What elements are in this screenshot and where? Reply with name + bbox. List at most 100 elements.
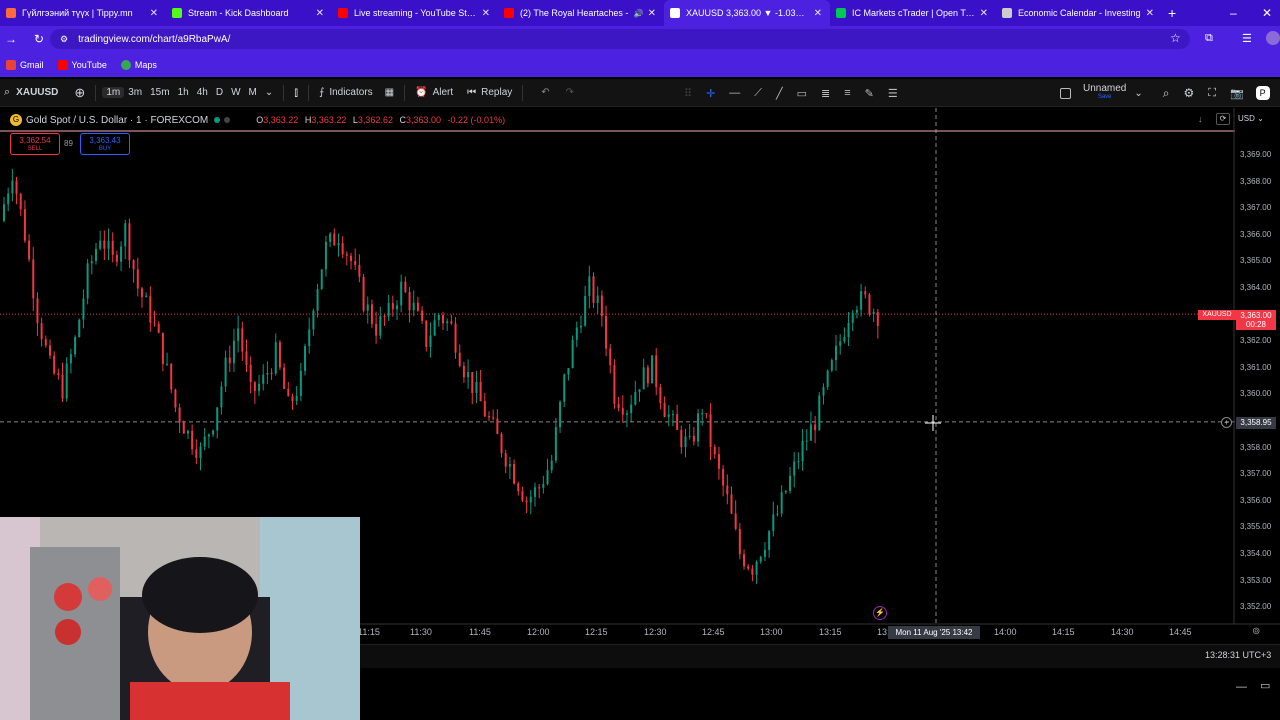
trend-line-icon[interactable]: ⟋	[754, 87, 762, 100]
last-price-badge: 3,363.00 00:28	[1236, 310, 1276, 330]
timeframe-1m[interactable]: 1m	[102, 87, 125, 98]
templates-icon[interactable]: ▦	[381, 83, 398, 103]
compare-add-icon[interactable]: ⊕	[70, 83, 89, 103]
publish-button[interactable]: P	[1255, 86, 1270, 100]
tab-audio-icon[interactable]: 🔊	[634, 9, 644, 18]
bookmark-maps[interactable]: Maps	[120, 59, 157, 70]
pattern-icon[interactable]: ≡	[844, 87, 850, 99]
browser-tab[interactable]: Live streaming - YouTube Studio ✕	[332, 0, 498, 26]
url-field[interactable]: ⚙ tradingview.com/chart/a9RbaPwA/	[50, 29, 1190, 49]
maximize-panel-icon[interactable]: ▭	[1260, 679, 1270, 692]
close-tab-icon[interactable]: ✕	[648, 8, 656, 19]
drag-handle-icon[interactable]: ⠿	[684, 87, 692, 100]
timeframe-group: 1m 3m 15m 1h 4h D W M	[102, 87, 261, 98]
auto-scale-icon[interactable]: ⟳	[1216, 113, 1230, 125]
close-tab-icon[interactable]: ✕	[150, 8, 158, 19]
timeframe-15m[interactable]: 15m	[146, 87, 173, 98]
browser-tab[interactable]: Stream - Kick Dashboard ✕	[166, 0, 332, 26]
close-tab-icon[interactable]: ✕	[814, 8, 822, 19]
brush-icon[interactable]: ✎	[865, 87, 874, 100]
bookmark-gmail[interactable]: Gmail	[6, 59, 44, 70]
candle-body	[713, 447, 716, 455]
candle-body	[504, 453, 507, 467]
timeframe-4h[interactable]: 4h	[193, 87, 212, 98]
candle-body	[546, 470, 549, 484]
settings-icon[interactable]: ⚙	[1183, 86, 1194, 100]
add-alert-icon[interactable]: +	[1221, 417, 1232, 428]
site-info-icon[interactable]: ⚙	[60, 34, 68, 45]
candle-body	[667, 414, 670, 417]
close-tab-icon[interactable]: ✕	[1146, 8, 1154, 19]
camera-icon[interactable]: 📷	[1230, 87, 1244, 100]
time-tick-label: 13:00	[760, 627, 783, 637]
browser-tab[interactable]: XAUUSD 3,363.00 ▼ -1.03% Un ✕	[664, 0, 830, 26]
buy-button[interactable]: 3,363.43 BUY	[80, 133, 130, 155]
divider	[522, 84, 524, 101]
price-tick-label: 3,358.00	[1240, 442, 1272, 452]
chevron-down-icon[interactable]: ⌄	[1134, 88, 1142, 99]
close-tab-icon[interactable]: ✕	[316, 8, 324, 19]
new-tab-icon[interactable]: +	[1168, 5, 1176, 21]
replay-button[interactable]: ⏮ Replay	[463, 83, 516, 103]
candle-body	[738, 528, 741, 555]
price-tick-label: 3,365.00	[1240, 256, 1272, 266]
candle-body	[437, 314, 440, 321]
candle-body	[274, 342, 277, 374]
menu-icon[interactable]: ☰	[888, 87, 898, 100]
crosshair-icon[interactable]: ✛	[706, 87, 715, 100]
horizontal-line-icon[interactable]: —	[729, 87, 740, 99]
reading-list-icon[interactable]: ☰	[1242, 32, 1252, 45]
last-price-symbol-badge: XAUUSD	[1198, 310, 1236, 320]
quick-search-icon[interactable]: ⌕	[1163, 86, 1170, 101]
undo-icon[interactable]: ↶	[537, 83, 553, 103]
close-tab-icon[interactable]: ✕	[482, 8, 490, 19]
scroll-down-icon[interactable]: ↓	[1198, 114, 1203, 124]
indicators-label: Indicators	[329, 87, 373, 98]
browser-tab[interactable]: Гүйлгээний түүх | Tippy.mn ✕	[0, 0, 166, 26]
profile-avatar[interactable]	[1266, 31, 1280, 45]
candle-body	[107, 240, 110, 249]
layout-name-button[interactable]: Unnamed Save	[1083, 84, 1126, 102]
time-axis-settings-icon[interactable]: ⊚	[1252, 626, 1260, 637]
candle-body	[249, 364, 252, 383]
line-tool-icon[interactable]: ╱	[776, 87, 783, 100]
minimize-panel-icon[interactable]: —	[1236, 681, 1247, 693]
layout-checkbox-icon[interactable]	[1060, 87, 1071, 99]
redo-icon[interactable]: ↷	[562, 83, 578, 103]
timeframe-1h[interactable]: 1h	[174, 87, 193, 98]
timeframe-3m[interactable]: 3m	[124, 87, 146, 98]
alert-button[interactable]: ⏰ Alert	[411, 83, 457, 103]
chart-type-icon[interactable]: ⫾	[290, 83, 302, 103]
browser-tab[interactable]: (2) The Royal Heartaches - 🔊 ✕	[498, 0, 664, 26]
minimize-icon[interactable]: –	[1230, 0, 1237, 26]
candle-body	[396, 305, 399, 310]
timeframe-dropdown-icon[interactable]: ⌄	[261, 83, 277, 103]
bookmark-star-icon[interactable]: ☆	[1170, 31, 1181, 45]
sell-button[interactable]: 3,362.54 SELL	[10, 133, 60, 155]
rectangle-icon[interactable]: ▭	[797, 87, 807, 100]
candle-body	[57, 373, 60, 375]
timeframe-M[interactable]: M	[245, 87, 261, 98]
event-lightning-icon[interactable]: ⚡	[873, 606, 887, 620]
bookmark-label: Maps	[134, 59, 157, 70]
bookmark-youtube[interactable]: YouTube	[57, 59, 107, 70]
reload-icon[interactable]: ↻	[28, 32, 50, 46]
currency-selector[interactable]: USD ⌄	[1238, 114, 1264, 123]
timeframe-W[interactable]: W	[227, 87, 244, 98]
symbol-search[interactable]: ⌕ XAUUSD	[0, 83, 62, 103]
fib-icon[interactable]: ≣	[821, 87, 830, 100]
forward-icon[interactable]: →	[0, 32, 22, 46]
browser-tab[interactable]: Economic Calendar - Investing ✕	[996, 0, 1162, 26]
candle-body	[166, 363, 169, 365]
timeframe-D[interactable]: D	[212, 87, 227, 98]
close-tab-icon[interactable]: ✕	[980, 8, 988, 19]
indicators-button[interactable]: ⨍ Indicators	[315, 83, 377, 103]
low-value: 3,362.62	[357, 115, 393, 125]
browser-tab[interactable]: IC Markets cTrader | Open Trad ✕	[830, 0, 996, 26]
extensions-icon[interactable]: ⧉	[1205, 32, 1213, 45]
close-window-icon[interactable]: ✕	[1262, 0, 1272, 26]
fullscreen-icon[interactable]: ⛶	[1208, 87, 1216, 100]
high-value: 3,363.22	[311, 115, 347, 125]
candle-body	[475, 382, 478, 394]
candle-body	[329, 233, 332, 242]
